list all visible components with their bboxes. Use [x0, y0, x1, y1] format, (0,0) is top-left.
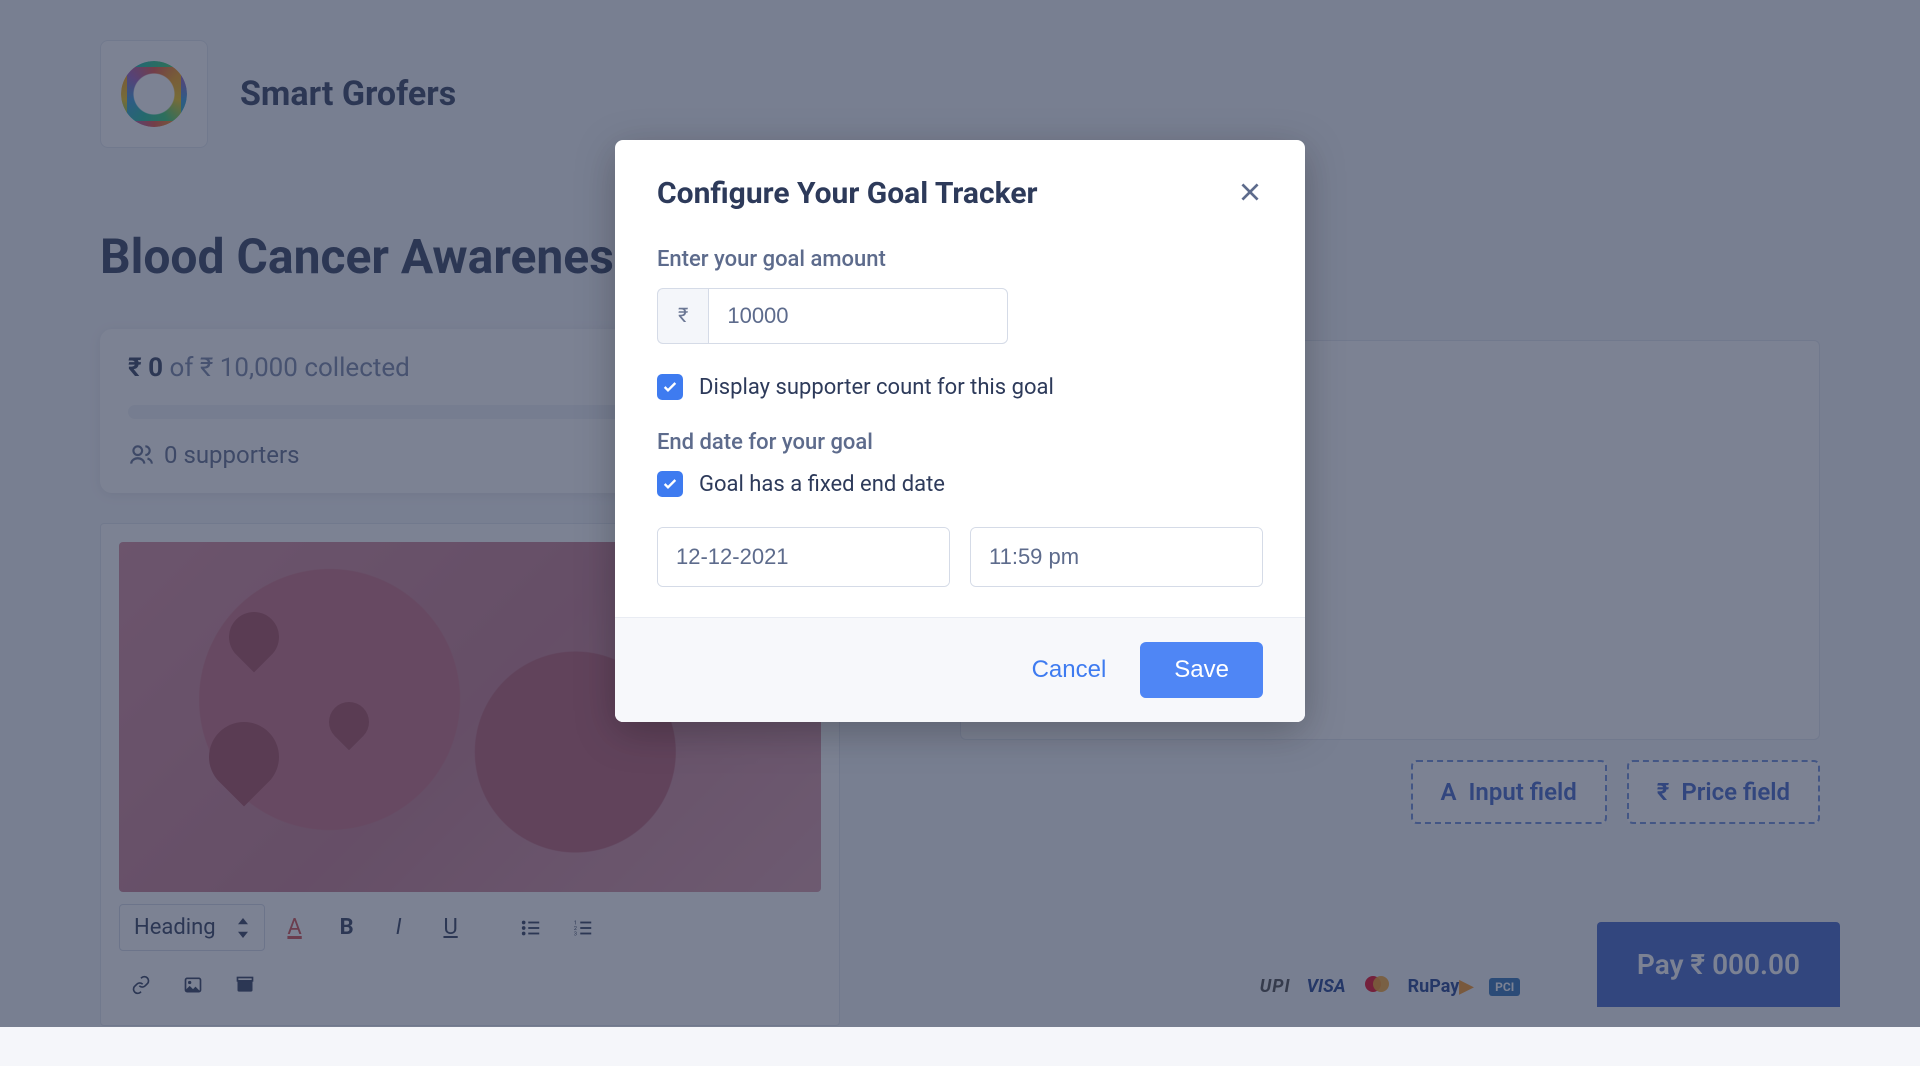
- amount-label: Enter your goal amount: [657, 247, 1263, 272]
- display-supporters-checkbox[interactable]: [657, 374, 683, 400]
- cancel-button[interactable]: Cancel: [1022, 642, 1117, 698]
- modal-overlay[interactable]: Configure Your Goal Tracker Enter your g…: [0, 0, 1920, 1027]
- currency-prefix: ₹: [657, 288, 708, 344]
- check-icon: [662, 379, 678, 395]
- end-date-input[interactable]: [658, 528, 950, 586]
- fixed-end-date-label: Goal has a fixed end date: [699, 472, 945, 497]
- end-time-input[interactable]: [971, 528, 1263, 586]
- display-supporters-label: Display supporter count for this goal: [699, 375, 1054, 400]
- close-button[interactable]: [1237, 179, 1263, 209]
- end-time-field: [970, 527, 1263, 587]
- end-date-field: [657, 527, 950, 587]
- check-icon: [662, 476, 678, 492]
- goal-config-modal: Configure Your Goal Tracker Enter your g…: [615, 140, 1305, 722]
- close-icon: [1237, 179, 1263, 205]
- fixed-end-date-checkbox[interactable]: [657, 471, 683, 497]
- save-button[interactable]: Save: [1140, 642, 1263, 698]
- modal-title: Configure Your Goal Tracker: [657, 176, 1038, 211]
- end-date-label: End date for your goal: [657, 430, 1263, 455]
- goal-amount-input[interactable]: [708, 288, 1008, 344]
